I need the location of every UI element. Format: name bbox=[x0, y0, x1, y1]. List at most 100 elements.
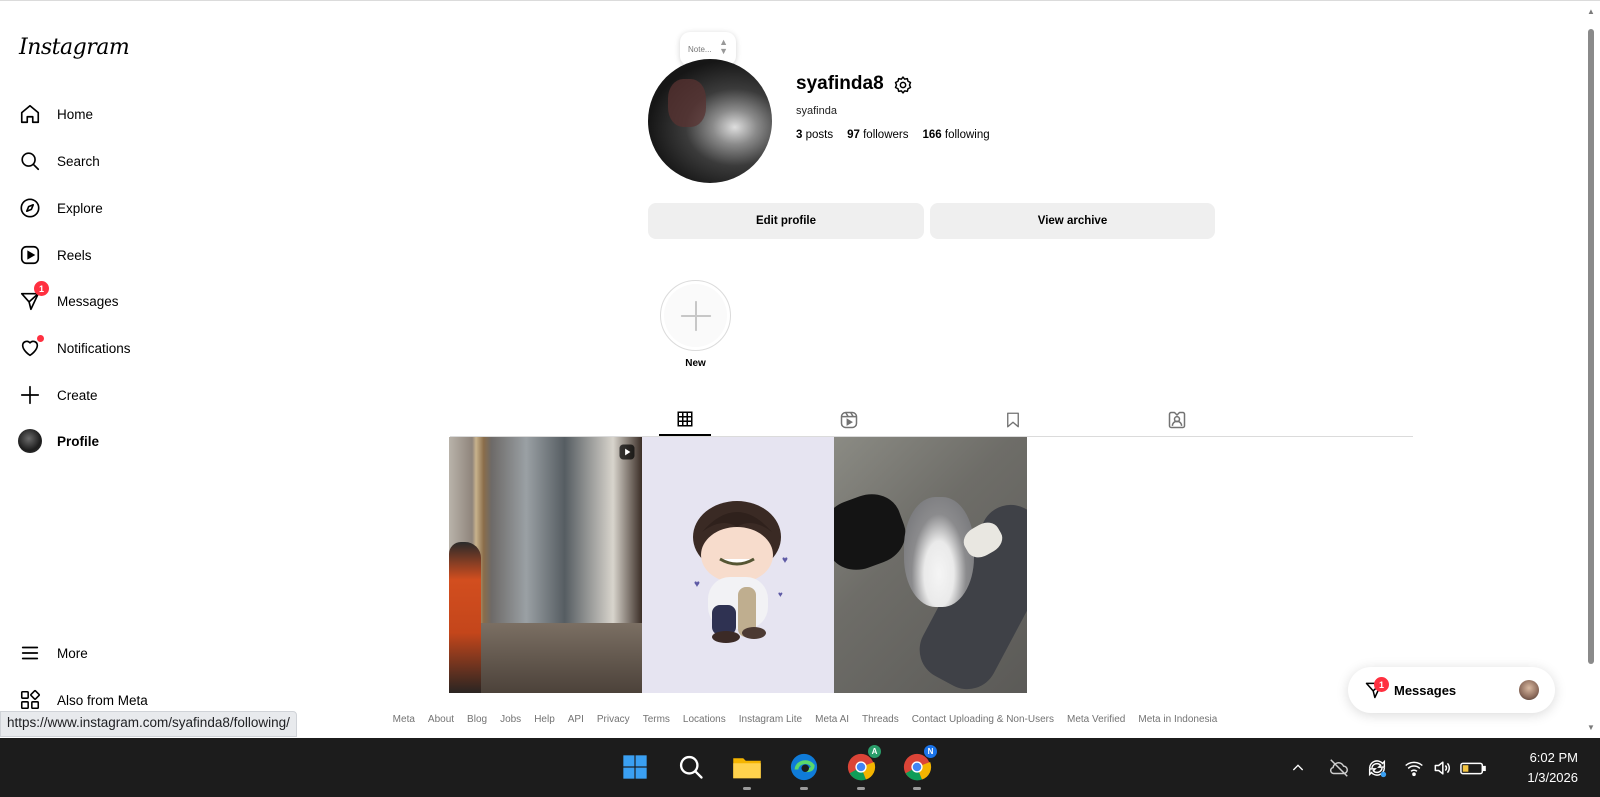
following-count: 166 bbox=[922, 129, 942, 141]
messages-floating-button[interactable]: 1 Messages bbox=[1348, 667, 1555, 713]
sidebar-item-messages[interactable]: 1 Messages bbox=[18, 281, 119, 319]
posts-label: posts bbox=[805, 129, 834, 141]
footer-link[interactable]: Threads bbox=[862, 714, 899, 725]
footer-link[interactable]: Privacy bbox=[597, 714, 630, 725]
footer-link[interactable]: Terms bbox=[643, 714, 670, 725]
profile-picture[interactable] bbox=[648, 59, 772, 183]
bookmark-icon bbox=[1007, 412, 1019, 428]
file-explorer-icon[interactable] bbox=[728, 748, 766, 790]
search-icon[interactable] bbox=[672, 748, 710, 786]
chevron-up-icon[interactable] bbox=[1290, 760, 1306, 776]
post-thumbnail[interactable] bbox=[834, 437, 1027, 693]
posts-stat: 3 posts bbox=[796, 129, 833, 141]
sidebar-item-label: Notifications bbox=[57, 340, 131, 356]
footer-link[interactable]: Blog bbox=[467, 714, 487, 725]
sidebar-item-profile[interactable]: Profile bbox=[18, 423, 99, 459]
taskbar-clock[interactable]: 6:02 PM 1/3/2026 bbox=[1527, 748, 1578, 788]
view-archive-button[interactable]: View archive bbox=[930, 203, 1215, 239]
footer-link[interactable]: Instagram Lite bbox=[739, 714, 802, 725]
browser-page: Instagram Home Search Explore Reels 1 Me… bbox=[0, 0, 1600, 738]
tab-posts[interactable] bbox=[659, 404, 711, 436]
sidebar-item-notifications[interactable]: Notifications bbox=[18, 330, 131, 366]
following-label: following bbox=[944, 129, 990, 141]
sidebar-item-label: Reels bbox=[57, 247, 92, 263]
page-scrollbar[interactable]: ▲ ▼ bbox=[1586, 7, 1596, 737]
profile-stats: 3 posts 97 followers 166 following bbox=[796, 129, 990, 141]
scrollbar-thumb[interactable] bbox=[1588, 29, 1594, 664]
footer-link[interactable]: Meta bbox=[393, 714, 415, 725]
messages-badge: 1 bbox=[1374, 677, 1389, 692]
profile-username: syafinda8 bbox=[796, 73, 884, 94]
windows-taskbar: A N 6:02 PM 1/3/2026 bbox=[0, 738, 1600, 797]
plus-icon bbox=[664, 284, 727, 347]
compass-icon bbox=[18, 196, 42, 220]
messenger-icon: 1 bbox=[18, 281, 49, 313]
sidebar-item-label: Also from Meta bbox=[57, 692, 148, 708]
chrome-profile-badge: A bbox=[867, 744, 882, 759]
note-placeholder: Note... bbox=[688, 44, 712, 54]
sidebar-item-label: Search bbox=[57, 153, 100, 169]
svg-text:♥: ♥ bbox=[694, 579, 700, 590]
home-icon bbox=[18, 102, 42, 126]
sidebar-item-create[interactable]: Create bbox=[18, 377, 98, 413]
tab-tagged[interactable] bbox=[1151, 404, 1203, 436]
avatar bbox=[18, 429, 42, 453]
followers-link[interactable]: 97 followers bbox=[847, 129, 908, 141]
plus-icon bbox=[18, 383, 42, 407]
search-icon bbox=[18, 149, 42, 173]
windows-start-icon[interactable] bbox=[616, 748, 654, 786]
footer-link[interactable]: Locations bbox=[683, 714, 726, 725]
cloud-offline-icon[interactable] bbox=[1328, 757, 1350, 779]
chrome-icon[interactable]: A bbox=[842, 744, 882, 790]
edge-icon[interactable] bbox=[785, 748, 823, 790]
meta-apps-icon bbox=[18, 688, 42, 712]
tab-reels[interactable] bbox=[823, 404, 875, 436]
footer-link[interactable]: Help bbox=[534, 714, 555, 725]
followers-count: 97 bbox=[847, 129, 860, 141]
profile-full-name: syafinda bbox=[796, 105, 837, 117]
highlight-label: New bbox=[685, 358, 706, 369]
footer-link[interactable]: Meta Verified bbox=[1067, 714, 1125, 725]
sidebar-item-label: More bbox=[57, 645, 88, 661]
footer-link[interactable]: About bbox=[428, 714, 454, 725]
clock-date: 1/3/2026 bbox=[1527, 770, 1578, 785]
menu-icon bbox=[18, 641, 42, 665]
heart-icon bbox=[18, 335, 44, 360]
battery-icon[interactable] bbox=[1460, 758, 1486, 778]
post-thumbnail[interactable] bbox=[449, 437, 642, 693]
chrome-icon[interactable]: N bbox=[898, 744, 938, 790]
footer-link[interactable]: Jobs bbox=[500, 714, 521, 725]
settings-gear-icon[interactable] bbox=[893, 75, 913, 95]
sidebar-item-label: Create bbox=[57, 387, 98, 403]
tab-saved[interactable] bbox=[987, 404, 1039, 436]
sidebar-item-label: Messages bbox=[57, 293, 119, 309]
scroll-down-icon[interactable]: ▼ bbox=[1586, 723, 1596, 732]
sidebar-item-explore[interactable]: Explore bbox=[18, 190, 103, 226]
sidebar-item-label: Home bbox=[57, 106, 94, 122]
avatar bbox=[1519, 680, 1539, 700]
reels-icon bbox=[840, 411, 858, 429]
wifi-icon[interactable] bbox=[1404, 758, 1424, 778]
volume-icon[interactable] bbox=[1432, 758, 1452, 778]
sidebar-item-more[interactable]: More bbox=[18, 635, 88, 671]
following-link[interactable]: 166 following bbox=[923, 129, 990, 141]
post-thumbnail[interactable]: ♥ ♥ ♥ bbox=[642, 437, 835, 693]
sidebar-item-reels[interactable]: Reels bbox=[18, 237, 92, 273]
edit-profile-button[interactable]: Edit profile bbox=[648, 203, 924, 239]
footer-link[interactable]: Meta in Indonesia bbox=[1138, 714, 1217, 725]
instagram-logo[interactable]: Instagram bbox=[19, 35, 130, 60]
sidebar-item-home[interactable]: Home bbox=[18, 96, 93, 132]
svg-text:♥: ♥ bbox=[782, 555, 788, 566]
new-highlight-button[interactable] bbox=[660, 280, 731, 351]
footer-link[interactable]: Contact Uploading & Non-Users bbox=[912, 714, 1054, 725]
scroll-up-icon[interactable]: ▲ bbox=[1586, 7, 1596, 16]
messages-badge: 1 bbox=[34, 281, 49, 296]
messages-label: Messages bbox=[1394, 682, 1457, 698]
footer-link[interactable]: API bbox=[568, 714, 584, 725]
footer-link[interactable]: Meta AI bbox=[815, 714, 849, 725]
posts-count: 3 bbox=[796, 129, 803, 141]
sync-icon[interactable] bbox=[1366, 757, 1388, 779]
system-tray bbox=[1290, 738, 1486, 797]
sidebar-item-search[interactable]: Search bbox=[18, 143, 100, 179]
sidebar-item-label: Profile bbox=[57, 433, 100, 449]
